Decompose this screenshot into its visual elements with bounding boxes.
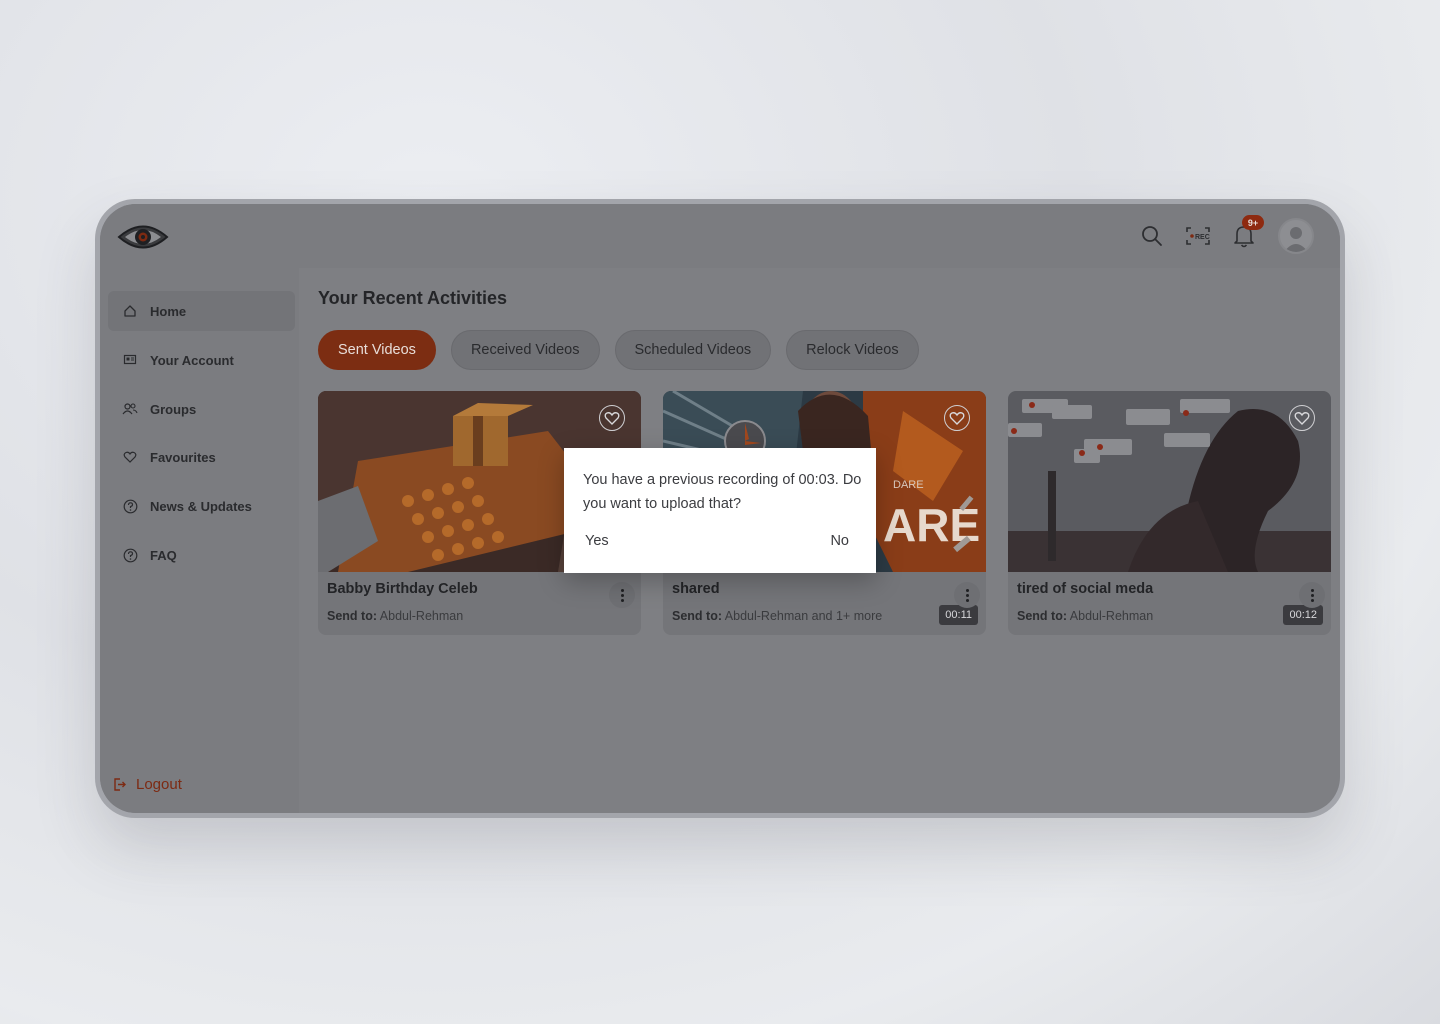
- upload-recording-dialog: You have a previous recording of 00:03. …: [564, 448, 876, 573]
- dialog-message: You have a previous recording of 00:03. …: [583, 472, 862, 512]
- home-icon: [122, 303, 138, 319]
- sidebar-item-groups[interactable]: Groups: [108, 389, 295, 429]
- logout-icon: [112, 777, 128, 793]
- sidebar-item-label: Home: [150, 303, 187, 319]
- logout-label: Logout: [136, 776, 182, 793]
- video-recipients: Send to: Abdul-Rehman: [327, 609, 463, 623]
- help-circle-icon: [122, 498, 138, 514]
- video-card[interactable]: 00:12 tired of social meda Send to: Abdu…: [1008, 391, 1331, 635]
- recipient-names: Abdul-Rehman and 1+ more: [724, 609, 883, 623]
- sidebar-item-your-account[interactable]: Your Account: [108, 340, 295, 380]
- favourite-heart-icon[interactable]: [599, 405, 625, 431]
- page-title: Your Recent Activities: [318, 288, 508, 308]
- more-options-icon[interactable]: [954, 582, 980, 608]
- favourite-heart-icon[interactable]: [1289, 405, 1315, 431]
- tab-scheduled-videos[interactable]: Scheduled Videos: [614, 330, 772, 370]
- heart-icon: [122, 449, 138, 465]
- notification-badge: 9+: [1242, 215, 1264, 230]
- send-to-label: Send to:: [1017, 609, 1067, 623]
- sidebar-item-label: FAQ: [150, 547, 177, 563]
- rec-label: REC: [1195, 234, 1210, 241]
- recipient-names: Abdul-Rehman: [1069, 609, 1154, 623]
- video-duration: 00:11: [939, 605, 978, 625]
- tab-sent-videos[interactable]: Sent Videos: [318, 330, 436, 370]
- sidebar-item-news-updates[interactable]: News & Updates: [108, 486, 295, 526]
- video-duration: 00:12: [1283, 605, 1323, 625]
- thumb-text-small: DARE: [893, 479, 924, 491]
- avatar[interactable]: [1278, 218, 1314, 254]
- sidebar-item-label: Groups: [150, 401, 197, 417]
- sidebar-item-favourites[interactable]: Favourites: [108, 437, 295, 477]
- groups-icon: [122, 401, 138, 417]
- favourite-heart-icon[interactable]: [944, 405, 970, 431]
- video-title: Babby Birthday Celeb: [327, 581, 478, 597]
- video-recipients: Send to: Abdul-Rehman: [1017, 609, 1153, 623]
- video-title: shared: [672, 581, 720, 597]
- tab-received-videos[interactable]: Received Videos: [450, 330, 600, 370]
- video-thumbnail[interactable]: [1008, 391, 1331, 572]
- account-icon: [122, 352, 138, 368]
- sidebar-item-label: Your Account: [150, 352, 234, 368]
- yes-button[interactable]: Yes: [585, 533, 609, 549]
- send-to-label: Send to:: [672, 609, 722, 623]
- tab-relock-videos[interactable]: Relock Videos: [786, 330, 919, 370]
- sidebar-item-label: Favourites: [150, 449, 216, 465]
- eye-logo-icon[interactable]: [116, 220, 170, 254]
- more-options-icon[interactable]: [609, 582, 635, 608]
- bell-icon[interactable]: 9+: [1230, 215, 1264, 250]
- video-tabs: Sent Videos Received Videos Scheduled Vi…: [318, 330, 934, 370]
- send-to-label: Send to:: [327, 609, 377, 623]
- top-bar: REC 9+: [100, 204, 1340, 268]
- sidebar-item-home[interactable]: Home: [108, 291, 295, 331]
- video-title: tired of social meda: [1017, 581, 1154, 597]
- video-recipients: Send to: Abdul-Rehman and 1+ more: [672, 609, 882, 623]
- record-icon[interactable]: REC: [1184, 222, 1212, 250]
- sidebar-item-label: News & Updates: [150, 498, 252, 514]
- help-circle-icon: [122, 547, 138, 563]
- search-icon[interactable]: [1138, 222, 1166, 250]
- sidebar-item-faq[interactable]: FAQ: [108, 535, 295, 575]
- more-options-icon[interactable]: [1299, 582, 1325, 608]
- sidebar: Home Your Account Groups Favourites News…: [100, 268, 299, 813]
- no-button[interactable]: No: [830, 533, 849, 549]
- logout-button[interactable]: Logout: [112, 776, 182, 793]
- recipient-names: Abdul-Rehman: [379, 609, 464, 623]
